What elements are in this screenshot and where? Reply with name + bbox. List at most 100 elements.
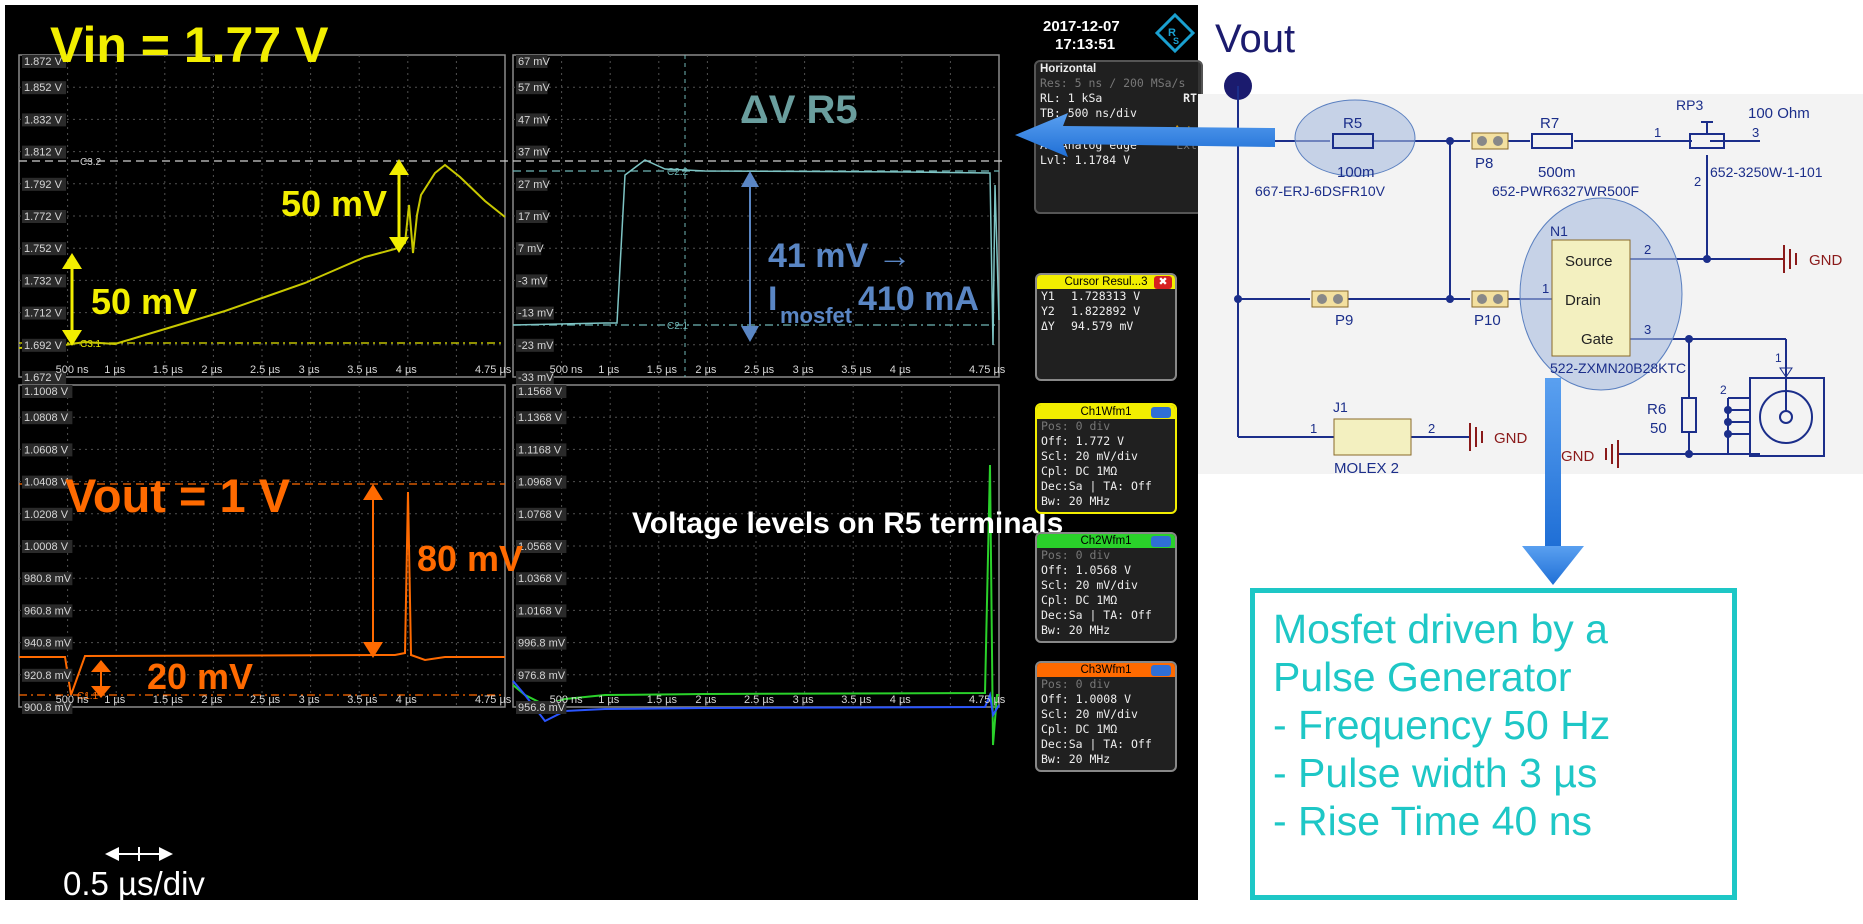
vout-20mv: 20 mV: [147, 656, 253, 697]
y-axis-label: 1.752 V: [24, 243, 63, 255]
x-axis-label: 2.5 µs: [744, 364, 775, 376]
y-axis-label: 1.812 V: [24, 147, 63, 159]
x-axis-label: 3.5 µs: [841, 364, 872, 376]
x-axis-label: 500 ns: [550, 364, 584, 376]
cursor-label-c31: C3.1: [80, 339, 102, 350]
x-axis-label: 2.5 µs: [250, 364, 281, 376]
ch2-minimize-icon[interactable]: [1151, 536, 1171, 547]
rp3-pin2: 2: [1694, 174, 1701, 189]
y-axis-label: 1.772 V: [24, 211, 63, 223]
ch2-off: Off: 1.0568 V: [1041, 563, 1132, 577]
cursor-y2-key: Y2: [1041, 304, 1055, 318]
ch3-info-box[interactable]: Ch3Wfm1 Pos: 0 div Off: 1.0008 V Scl: 20…: [1035, 661, 1177, 772]
ch1-off: Off: 1.772 V: [1041, 434, 1125, 448]
y-axis-label: 980.8 mV: [24, 573, 72, 585]
y-axis-label: 1.1168 V: [518, 444, 562, 456]
y-axis-label: 1.692 V: [24, 340, 63, 352]
x-axis-label: 2.5 µs: [744, 694, 775, 706]
r7-label: R7: [1540, 115, 1559, 132]
trigger-type: A: Analog edge: [1040, 138, 1137, 152]
p8-label: P8: [1475, 155, 1493, 172]
x-axis-label: 4 µs: [396, 694, 418, 706]
ch1-title: Ch1Wfm1: [1080, 406, 1132, 418]
ch3-off: Off: 1.0008 V: [1041, 692, 1132, 706]
info-line-4: - Pulse width 3 µs: [1273, 750, 1598, 796]
j1-pin1: 1: [1310, 421, 1317, 436]
r7-part: 652-PWR6327WR500F: [1492, 183, 1639, 199]
y-axis-label: 1.1368 V: [518, 412, 563, 424]
y-axis-label: -23 mV: [518, 340, 554, 352]
y-axis-label: 1.1008 V: [24, 386, 69, 398]
oscilloscope-screen: C3.2 C3.1 C2.2 C2.1 C1.1 1.872 V 1.852 V 1.832…: [5, 5, 1203, 902]
trigger-mode: Auto: [1173, 125, 1197, 137]
x-axis-label: 4.75 µs: [969, 694, 1006, 706]
rs-logo-icon: R S: [1154, 12, 1196, 54]
scope-display: C3.2C3.1C2.2C2.1C1.1 1.872 V1.852 V1.832…: [18, 12, 1196, 902]
gnd-bottom-label: GND: [1561, 448, 1595, 465]
cursor-label-c21: C2.1: [667, 321, 689, 332]
r7-value: 500m: [1538, 164, 1576, 181]
ch3-title: Ch3Wfm1: [1080, 664, 1132, 676]
y-axis-label: 7 mV: [518, 243, 544, 255]
x-axis-label: 3 µs: [793, 694, 815, 706]
ma410-label: 410 mA: [858, 280, 979, 318]
ch2-scl: Scl: 20 mV/div: [1041, 578, 1138, 592]
x-axis-label: 1.5 µs: [153, 364, 184, 376]
close-icon[interactable]: ✖: [1154, 276, 1172, 289]
rp3-label: RP3: [1676, 97, 1703, 113]
ch1-info-box[interactable]: Ch1Wfm1 Pos: 0 div Off: 1.772 V Scl: 20 …: [1035, 403, 1177, 514]
ch1-pos: Pos: 0 div: [1041, 419, 1111, 433]
ch2-info-box[interactable]: Ch2Wfm1 Pos: 0 div Off: 1.0568 V Scl: 20…: [1035, 532, 1177, 643]
x-axis-label: 4 µs: [890, 364, 912, 376]
ch3-bw: Bw: 20 MHz: [1041, 752, 1111, 766]
y-axis-label: 57 mV: [518, 82, 550, 94]
cursor-label-c32: C3.2: [80, 157, 102, 168]
ch1-dec: Dec:Sa | TA: Off: [1041, 479, 1152, 493]
x-axis-label: 2 µs: [201, 364, 223, 376]
ch3-scl: Scl: 20 mV/div: [1041, 707, 1138, 721]
r5-value: 100m: [1337, 164, 1375, 181]
n1-label: N1: [1550, 223, 1568, 239]
y-axis-label: 1.0968 V: [518, 477, 563, 489]
r6-value: 50: [1650, 420, 1667, 437]
bnc-pin1: 1: [1775, 351, 1782, 365]
x-axis-label: 2 µs: [695, 364, 717, 376]
ch3-pos: Pos: 0 div: [1041, 677, 1111, 691]
y-axis-label: 1.0808 V: [24, 412, 69, 424]
ch3-cpl: Cpl: DC 1MΩ: [1041, 722, 1118, 736]
x-axis-label: 1 µs: [598, 364, 620, 376]
mosfet-info-box: Mosfet driven by a Pulse Generator - Fre…: [1250, 588, 1737, 900]
x-axis-label: 4.75 µs: [475, 364, 512, 376]
x-axis-label: 4 µs: [890, 694, 912, 706]
y-axis-label: 17 mV: [518, 211, 550, 223]
timebase-label: 0.5 µs/div: [63, 865, 205, 900]
vin-50mv-left: 50 mV: [91, 281, 197, 322]
ch1-minimize-icon[interactable]: [1151, 407, 1171, 418]
y-axis-label: 47 mV: [518, 114, 550, 126]
y-axis-label: 1.712 V: [24, 308, 63, 320]
trigger-ext: Ext: [1176, 138, 1197, 152]
cursor-results-box[interactable]: Cursor Resul...3 ✖ Y1 1.728313 V Y2 1.8228…: [1035, 273, 1177, 381]
n1-pin1: 1: [1542, 281, 1549, 296]
y-axis-label: 27 mV: [518, 179, 550, 191]
trigger-title: Trigger: [1040, 125, 1079, 137]
x-axis-label: 2.5 µs: [250, 694, 281, 706]
horizontal-panel[interactable]: Horizontal Res: 5 ns / 200 MSa/s RL: 1 k…: [1034, 60, 1203, 214]
rp3-part: 652-3250W-1-101: [1710, 164, 1823, 180]
rp3-value: 100 Ohm: [1748, 105, 1810, 122]
ch1-bw: Bw: 20 MHz: [1041, 494, 1111, 508]
ch2-pos: Pos: 0 div: [1041, 548, 1111, 562]
cursor-dy-value: 94.579 mV: [1071, 319, 1134, 333]
ch3-minimize-icon[interactable]: [1151, 665, 1171, 676]
scope-date: 2017-12-07: [1043, 18, 1120, 35]
levels-label: Voltage levels on R5 terminals: [632, 507, 1063, 540]
y-axis-label: 976.8 mV: [518, 670, 566, 682]
n1-gate: Gate: [1581, 331, 1614, 348]
y-axis-label: 940.8 mV: [24, 638, 72, 650]
j1-pin2: 2: [1428, 421, 1435, 436]
trigger-level: Lvl: 1.1784 V: [1040, 153, 1131, 167]
y-axis-label: 1.0608 V: [24, 444, 69, 456]
ch1-scl: Scl: 20 mV/div: [1041, 449, 1138, 463]
y-axis-label: 1.832 V: [24, 114, 63, 126]
ch2-cpl: Cpl: DC 1MΩ: [1041, 593, 1118, 607]
